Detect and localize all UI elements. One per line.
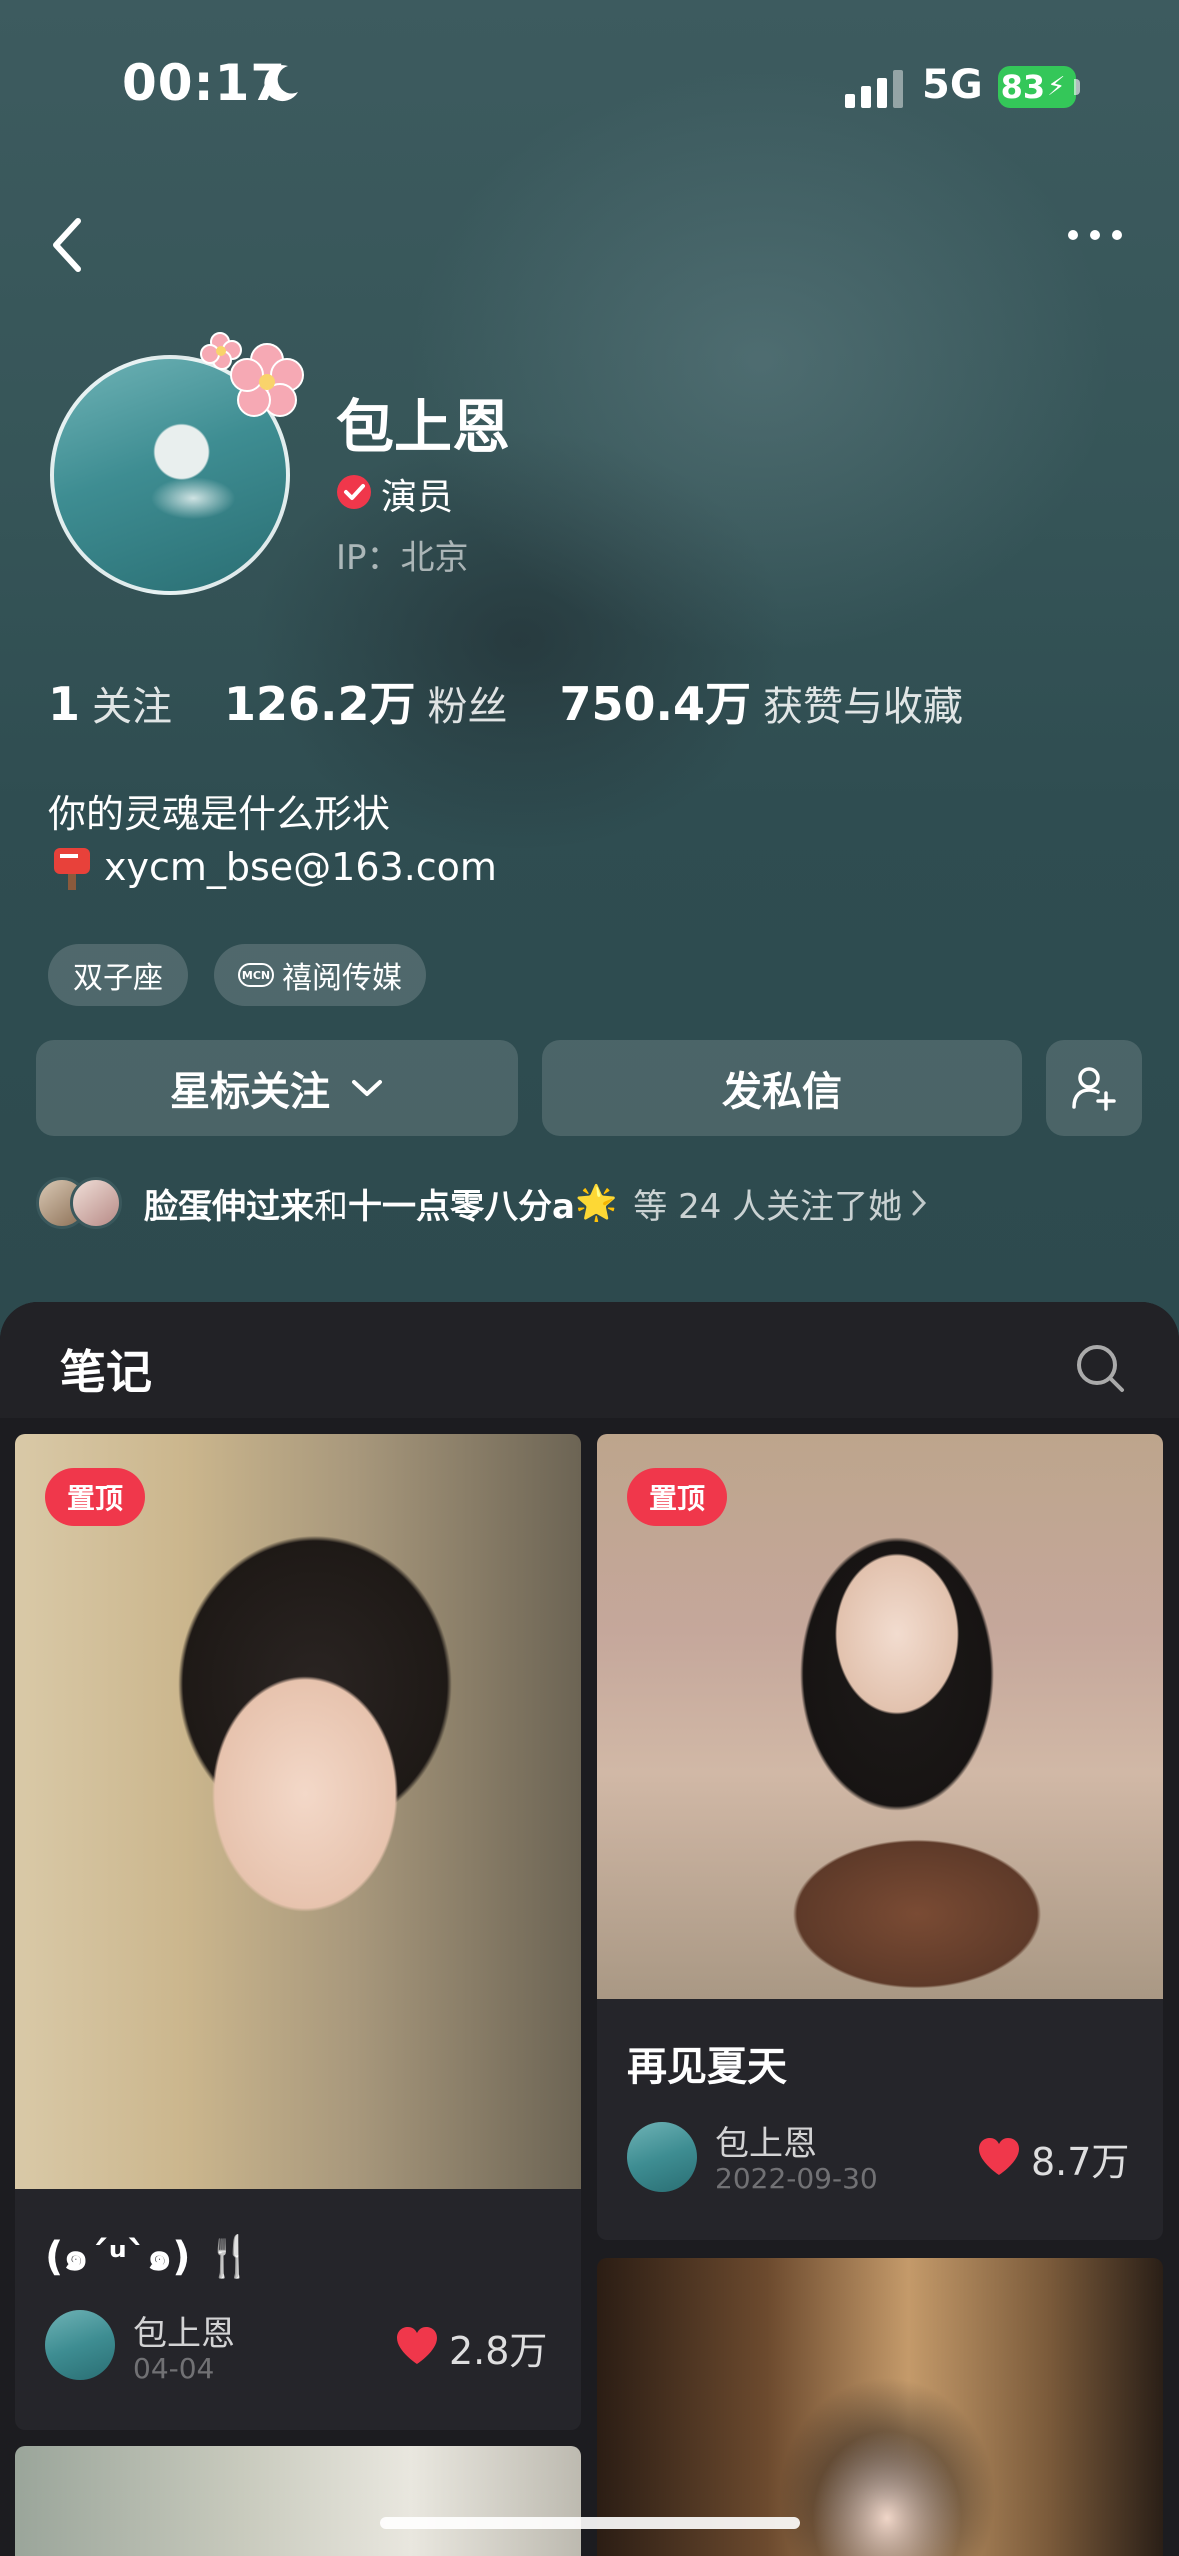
note-card[interactable]: 置顶 (๑´ᵘ`๑) 🍴 包上恩 04-04 2.8万	[15, 1434, 581, 2430]
bio-email: xycm_bse@163.com	[104, 845, 497, 889]
star-follow-button[interactable]: 星标关注	[36, 1040, 518, 1136]
home-indicator[interactable]	[380, 2517, 800, 2529]
tag-label: 双子座	[73, 961, 163, 996]
mutual-name-1: 脸蛋伸过来	[144, 1186, 314, 1227]
stat-likes[interactable]: 750.4万 获赞与收藏	[560, 668, 964, 734]
stat-following[interactable]: 1 关注	[48, 674, 172, 732]
stat-label: 获赞与收藏	[763, 684, 964, 730]
pinned-badge: 置顶	[627, 1468, 727, 1526]
mailbox-icon	[54, 848, 90, 890]
heart-icon[interactable]	[977, 2137, 1021, 2177]
stat-value: 1	[48, 677, 81, 731]
tag-label: 禧阅传媒	[282, 961, 402, 996]
note-cover-image	[597, 2258, 1163, 2556]
add-user-icon	[1072, 1067, 1116, 1111]
stat-value: 126.2万	[224, 677, 416, 731]
note-date: 04-04	[133, 2352, 215, 2385]
note-cover-image	[15, 2446, 581, 2556]
pinned-badge: 置顶	[45, 1468, 145, 1526]
signal-icon	[845, 70, 903, 108]
star-emoji: 🌟	[574, 1183, 618, 1223]
profile-role: 演员	[381, 477, 454, 518]
star-follow-label: 星标关注	[170, 1069, 330, 1115]
bio-line: 你的灵魂是什么形状	[48, 792, 391, 836]
note-author: 包上恩	[715, 2124, 817, 2164]
message-button[interactable]: 发私信	[542, 1040, 1022, 1136]
flower-decoration-icon	[200, 332, 304, 417]
notes-header	[0, 1302, 1179, 1418]
note-card[interactable]	[15, 2446, 581, 2556]
like-count: 8.7万	[1031, 2140, 1130, 2184]
charging-icon: ⚡	[1047, 72, 1066, 102]
chevron-right-icon	[912, 1190, 927, 1216]
mutual-followers[interactable]: 脸蛋伸过来 和 十一点零八分a 🌟 等 24 人关注了她	[36, 1177, 928, 1229]
ip-location: IP：北京	[336, 538, 469, 578]
message-label: 发私信	[722, 1069, 842, 1115]
tag-zodiac[interactable]: 双子座	[48, 944, 188, 1006]
moon-icon	[264, 65, 298, 102]
battery-tip	[1074, 79, 1080, 95]
mutual-suffix: 等 24 人关注了她	[633, 1186, 903, 1227]
mutual-connector: 和	[314, 1186, 348, 1227]
avatar	[45, 2310, 115, 2380]
tab-notes[interactable]: 笔记	[60, 1336, 152, 1402]
chevron-left-icon[interactable]	[48, 215, 88, 275]
mcn-icon: MCN	[238, 963, 274, 987]
add-user-button[interactable]	[1046, 1040, 1142, 1136]
like-count: 2.8万	[449, 2329, 548, 2373]
verified-icon	[337, 475, 371, 509]
stat-label: 粉丝	[427, 684, 508, 730]
bio-email-line: xycm_bse@163.com	[48, 842, 497, 892]
heart-icon[interactable]	[395, 2326, 439, 2366]
avatar	[70, 1177, 122, 1229]
stat-followers[interactable]: 126.2万 粉丝	[224, 668, 508, 734]
search-icon[interactable]	[1074, 1342, 1126, 1394]
more-dots-icon[interactable]	[1065, 225, 1125, 245]
note-author: 包上恩	[133, 2314, 235, 2354]
stat-label: 关注	[92, 684, 173, 730]
chevron-down-icon	[352, 1080, 382, 1096]
tag-mcn[interactable]: MCN 禧阅传媒	[214, 944, 426, 1006]
mutual-name-2: 十一点零八分a	[348, 1186, 575, 1227]
network-label: 5G	[922, 62, 983, 108]
note-title: 再见夏天	[627, 2044, 787, 2090]
profile-stats: 1 关注 126.2万 粉丝 750.4万 获赞与收藏	[48, 668, 1015, 734]
note-title: (๑´ᵘ`๑) 🍴	[45, 2234, 255, 2280]
profile-name: 包上恩	[336, 393, 511, 461]
stat-value: 750.4万	[559, 677, 752, 731]
note-card[interactable]: 置顶 再见夏天 包上恩 2022-09-30 8.7万	[597, 1434, 1163, 2240]
battery-level: 83	[1000, 68, 1046, 106]
note-cover-image	[15, 1434, 581, 2189]
note-date: 2022-09-30	[715, 2162, 878, 2195]
avatar	[627, 2122, 697, 2192]
note-card[interactable]	[597, 2258, 1163, 2556]
battery-indicator: 83 ⚡	[998, 66, 1076, 108]
